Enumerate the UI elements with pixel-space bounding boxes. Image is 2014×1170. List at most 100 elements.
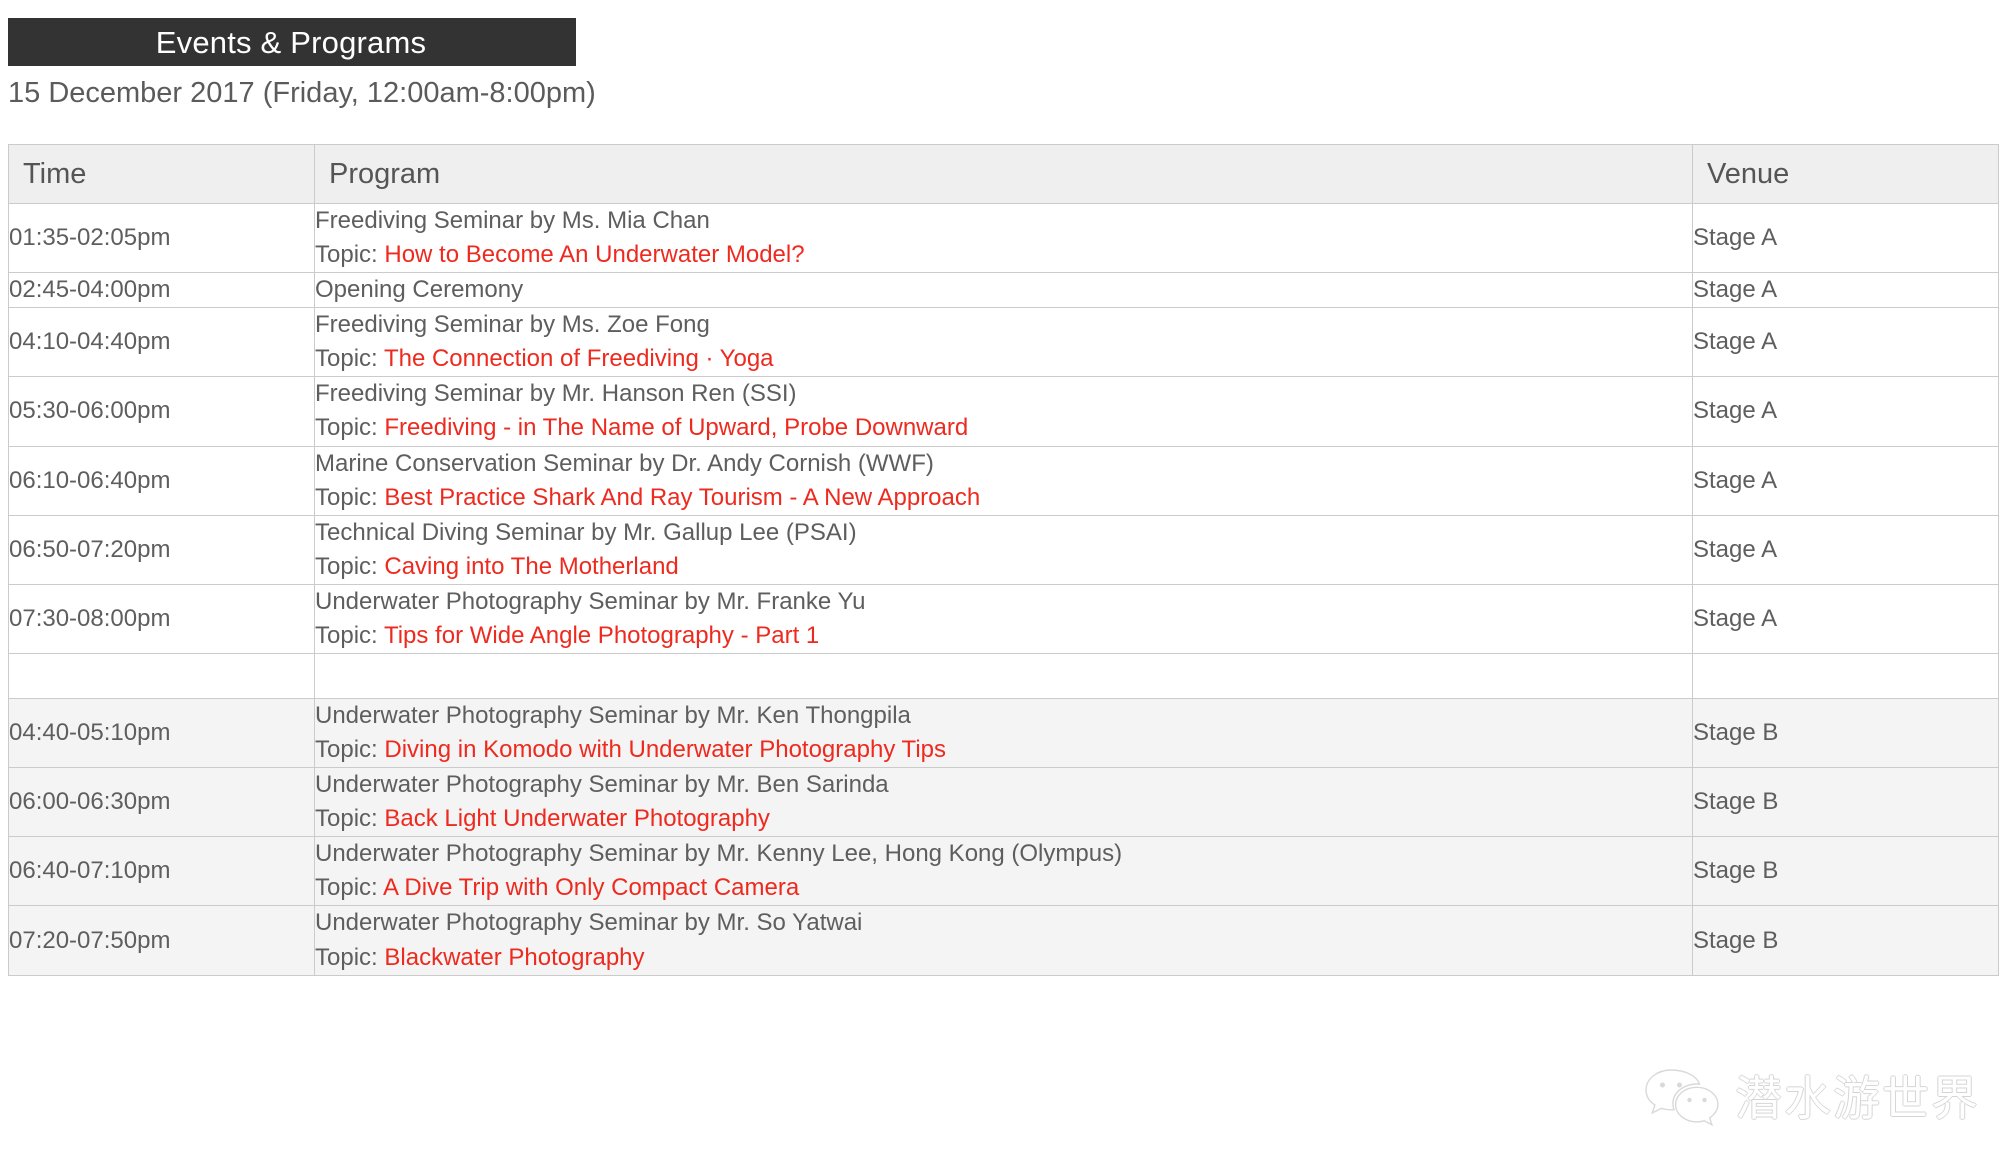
cell-program: Marine Conservation Seminar by Dr. Andy … [314, 445, 1693, 516]
topic-label: Topic: [315, 552, 385, 580]
table-row: 06:00-06:30pm Underwater Photography Semi… [8, 767, 1999, 838]
cell-program [314, 653, 1693, 700]
cell-time: 02:45-04:00pm [8, 272, 315, 309]
topic-label: Topic: [315, 345, 384, 373]
cell-program: Opening Ceremony [314, 272, 1693, 309]
program-topic: Topic: Diving in Komodo with Underwater … [315, 733, 1692, 767]
table-row: 07:20-07:50pm Underwater Photography Semi… [8, 905, 1999, 976]
program-speaker: Underwater Photography Seminar by Mr. Ke… [315, 702, 911, 730]
cell-time: 06:10-06:40pm [8, 445, 315, 516]
program-speaker: Freediving Seminar by Ms. Zoe Fong [315, 311, 710, 339]
cell-program: Freediving Seminar by Ms. Mia Chan Topic:… [314, 202, 1693, 274]
topic-label: Topic: [315, 483, 385, 511]
topic-label: Topic: [315, 736, 385, 764]
table-header: Time Program Venue [8, 144, 1999, 204]
table-row: 01:35-02:05pm Freediving Seminar by Ms. M… [8, 202, 1999, 274]
cell-venue: Stage B [1692, 836, 1999, 907]
cell-program: Underwater Photography Seminar by Mr. So… [314, 905, 1693, 976]
program-topic: Topic: The Connection of Freediving · Yo… [315, 342, 1692, 376]
cell-program: Freediving Seminar by Mr. Hanson Ren (SS… [314, 376, 1693, 447]
program-speaker: Technical Diving Seminar by Mr. Gallup L… [315, 518, 857, 546]
cell-program: Freediving Seminar by Ms. Zoe Fong Topic:… [314, 307, 1693, 378]
topic-label: Topic: [315, 621, 384, 649]
cell-venue: Stage A [1692, 376, 1999, 447]
schedule-table-wrapper: Time Program Venue 01:35-02:05pm Freedivi… [8, 144, 1999, 976]
program-speaker: Underwater Photography Seminar by Mr. So… [315, 909, 863, 937]
topic-title: Best Practice Shark And Ray Tourism - A … [384, 483, 981, 511]
cell-program: Underwater Photography Seminar by Mr. Ke… [314, 836, 1693, 907]
cell-program: Underwater Photography Seminar by Mr. Ke… [314, 698, 1693, 769]
topic-label: Topic: [315, 943, 385, 971]
topic-title: Diving in Komodo with Underwater Photogr… [384, 736, 946, 764]
cell-venue: Stage B [1692, 698, 1999, 769]
table-row: 05:30-06:00pm Freediving Seminar by Mr. H… [8, 376, 1999, 447]
program-topic: Topic: Best Practice Shark And Ray Touri… [315, 481, 1692, 515]
program-speaker: Marine Conservation Seminar by Dr. Andy … [315, 449, 934, 477]
topic-title: Tips for Wide Angle Photography - Part 1 [383, 621, 820, 649]
cell-venue [1692, 653, 1999, 700]
table-row: 04:10-04:40pm Freediving Seminar by Ms. Z… [8, 307, 1999, 378]
topic-title: The Connection of Freediving · Yoga [383, 345, 774, 373]
cell-venue: Stage A [1692, 445, 1999, 516]
column-header-time: Time [8, 144, 315, 204]
program-speaker: Freediving Seminar by Ms. Mia Chan [315, 207, 710, 234]
cell-venue: Stage A [1692, 514, 1999, 585]
table-row: 06:10-06:40pm Marine Conservation Seminar… [8, 445, 1999, 516]
cell-time: 07:20-07:50pm [8, 905, 315, 976]
program-topic: Topic: A Dive Trip with Only Compact Cam… [315, 871, 1692, 905]
topic-title: Caving into The Motherland [384, 552, 679, 580]
topic-title: A Dive Trip with Only Compact Camera [383, 874, 800, 902]
program-topic: Topic: How to Become An Underwater Model… [315, 238, 1692, 272]
cell-program: Underwater Photography Seminar by Mr. Be… [314, 767, 1693, 838]
program-speaker: Underwater Photography Seminar by Mr. Ke… [315, 840, 1123, 868]
cell-venue: Stage A [1692, 307, 1999, 378]
cell-time: 04:40-05:10pm [8, 698, 315, 769]
watermark-text: 潜水游世界 [1735, 1071, 1980, 1127]
topic-title: Back Light Underwater Photography [384, 805, 770, 833]
topic-title: Freediving - in The Name of Upward, Prob… [384, 414, 969, 442]
watermark: 潜水游世界 [1643, 1068, 1980, 1130]
topic-label: Topic: [315, 414, 385, 442]
page-banner: Events & Programs [8, 18, 576, 66]
program-topic: Topic: Tips for Wide Angle Photography -… [315, 619, 1692, 653]
cell-time: 07:30-08:00pm [8, 583, 315, 655]
topic-title: Blackwater Photography [384, 943, 645, 971]
column-header-program: Program [314, 144, 1693, 204]
table-body: 01:35-02:05pm Freediving Seminar by Ms. M… [8, 202, 1999, 976]
cell-program: Technical Diving Seminar by Mr. Gallup L… [314, 514, 1693, 585]
schedule-page: Events & Programs 15 December 2017 (Frid… [0, 0, 2014, 1170]
wechat-icon [1643, 1068, 1721, 1130]
page-title: Events & Programs [155, 24, 427, 60]
table-header-row: Time Program Venue [8, 144, 1999, 204]
cell-venue: Stage A [1692, 583, 1999, 655]
program-topic: Topic: Caving into The Motherland [315, 550, 1692, 584]
topic-label: Topic: [315, 241, 385, 269]
table-row: 04:40-05:10pm Underwater Photography Semi… [8, 698, 1999, 769]
program-topic: Topic: Blackwater Photography [315, 941, 1692, 975]
table-spacer-row [8, 653, 1999, 700]
table-row: 07:30-08:00pm Underwater Photography Semi… [8, 583, 1999, 655]
schedule-table: Time Program Venue 01:35-02:05pm Freedivi… [8, 144, 1999, 976]
table-row: 06:40-07:10pm Underwater Photography Semi… [8, 836, 1999, 907]
program-topic: Topic: Freediving - in The Name of Upwar… [315, 411, 1692, 445]
cell-venue: Stage B [1692, 905, 1999, 976]
cell-time: 06:40-07:10pm [8, 836, 315, 907]
program-speaker: Underwater Photography Seminar by Mr. Fr… [315, 587, 866, 615]
topic-label: Topic: [315, 805, 385, 833]
schedule-date: 15 December 2017 (Friday, 12:00am-8:00pm… [8, 77, 596, 109]
cell-venue: Stage A [1692, 272, 1999, 309]
cell-time: 06:00-06:30pm [8, 767, 315, 838]
cell-venue: Stage A [1692, 202, 1999, 274]
table-row: 06:50-07:20pm Technical Diving Seminar by… [8, 514, 1999, 585]
topic-label: Topic: [315, 874, 384, 902]
cell-program: Underwater Photography Seminar by Mr. Fr… [314, 583, 1693, 655]
cell-venue: Stage B [1692, 767, 1999, 838]
program-topic: Topic: Back Light Underwater Photography [315, 802, 1692, 836]
column-header-venue: Venue [1692, 144, 1999, 204]
cell-time: 01:35-02:05pm [8, 202, 315, 274]
cell-time [8, 653, 315, 700]
program-speaker: Underwater Photography Seminar by Mr. Be… [315, 771, 889, 799]
table-row: 02:45-04:00pm Opening Ceremony Stage A [8, 272, 1999, 309]
topic-title: How to Become An Underwater Model? [384, 241, 805, 269]
program-speaker: Opening Ceremony [315, 276, 524, 304]
